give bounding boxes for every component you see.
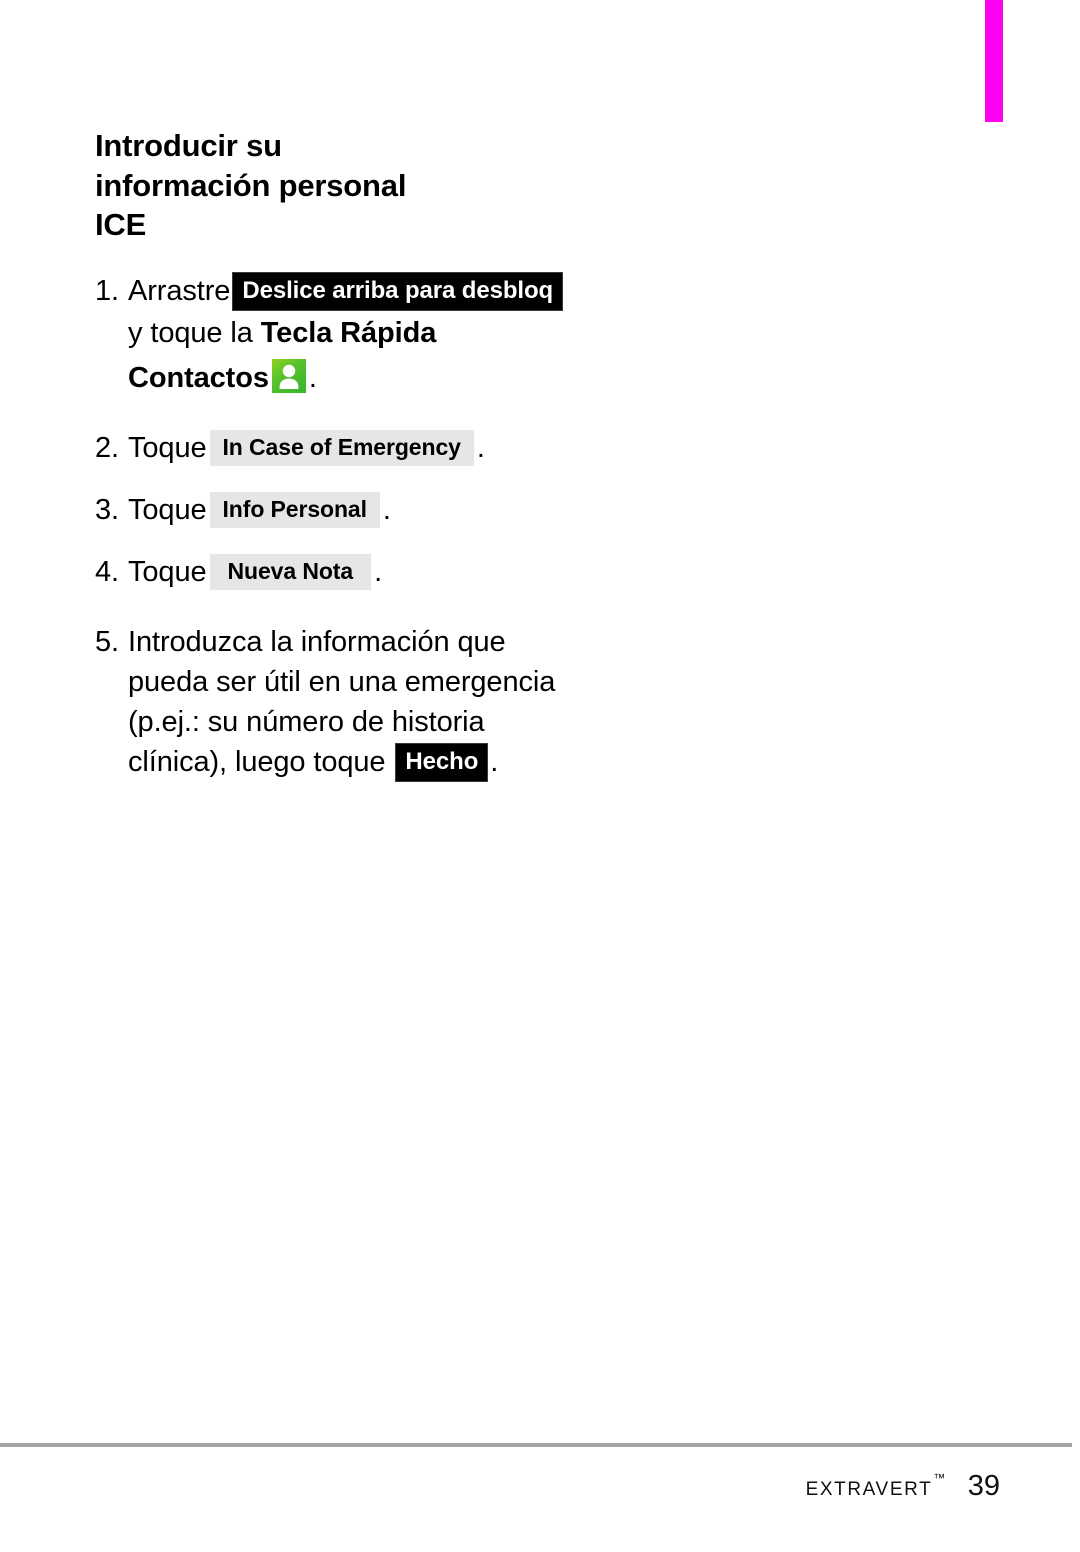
step-number-4: 4. [95,556,119,589]
page-footer: Extravert™ 39 [0,1470,1000,1503]
step-item-4: 4. Toque Nueva Nota. [95,552,655,592]
page-content: Introducir su información personal ICE 1… [95,126,655,784]
step-5-period: . [490,746,499,779]
step-item-5: 5. Introduzca la información que pueda s… [95,622,655,784]
page-title: Introducir su información personal ICE [95,126,435,245]
step-number-1: 1. [95,275,119,308]
quick-key-label: Tecla Rápida [260,317,437,350]
page-title-line-1: Introducir su información [95,128,282,203]
step-4-line-1: Toque Nueva Nota. [128,552,655,592]
step-number-5: 5. [95,626,119,659]
step-1-line-3: Contactos. [128,353,655,398]
contacts-label: Contactos [128,362,269,395]
step-item-2: 2. Toque In Case of Emergency. [95,428,655,468]
step-2-line-1: Toque In Case of Emergency. [128,428,655,468]
key-in-case-of-emergency[interactable]: In Case of Emergency [209,430,474,467]
brand-name-text: Extravert [805,1471,933,1501]
key-info-personal[interactable]: Info Personal [209,492,380,529]
step-item-3: 3. Toque Info Personal. [95,490,655,530]
step-1-line-1: Arrastre Deslice arriba para desbloq [128,271,655,313]
step-5-line-2: pueda ser útil en una emergencia [128,666,556,699]
contacts-icon[interactable] [271,359,306,394]
chapter-tab-marker [985,0,1003,122]
instruction-steps: 1. Arrastre Deslice arriba para desbloq y… [95,271,655,784]
step-3-lead: Toque [128,494,207,527]
step-5-line-1: Introduzca la información que [128,626,506,659]
footer-divider [0,1443,1072,1447]
trademark-icon: ™ [933,1471,946,1485]
key-hecho[interactable]: Hecho [395,743,489,783]
step-4-lead: Toque [128,556,207,589]
step-3-line-1: Toque Info Personal. [128,490,655,530]
step-2-period: . [476,432,485,465]
key-nueva-nota[interactable]: Nueva Nota [209,554,372,591]
step-3-period: . [382,494,391,527]
step-number-2: 2. [95,432,119,465]
step-1-lead: Arrastre [128,275,231,308]
brand-name: Extravert™ [806,1471,946,1501]
step-4-period: . [374,556,383,589]
step-1-line-2-prefix: y toque la [128,317,261,350]
step-2-lead: Toque [128,432,207,465]
step-5-line-3: (p.ej.: su número de historia [128,706,485,739]
step-5-line-4-prefix: clínica), luego toque [128,746,394,779]
step-1-line-2: y toque la Tecla Rápida [128,313,655,353]
page-number: 39 [967,1470,1000,1502]
step-number-3: 3. [95,494,119,527]
step-5-line-4: clínica), luego toque Hecho. [128,742,655,784]
step-1-period: . [308,362,317,395]
key-unlock-slider[interactable]: Deslice arriba para desbloq [232,272,564,312]
step-item-1: 1. Arrastre Deslice arriba para desbloq y… [95,271,655,398]
